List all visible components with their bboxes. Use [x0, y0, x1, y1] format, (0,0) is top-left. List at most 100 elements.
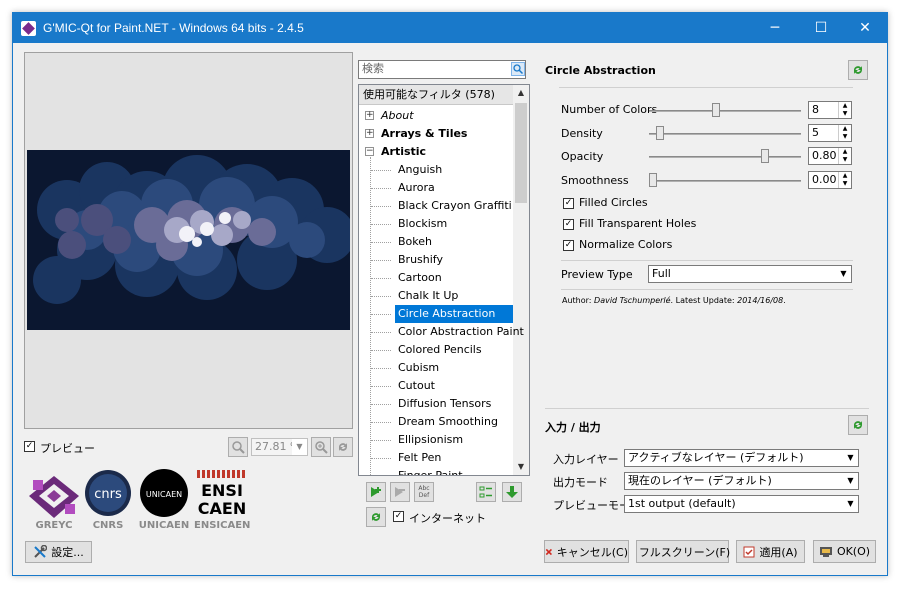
- normalize-colors-checkbox[interactable]: ✓: [563, 240, 574, 251]
- chevron-down-icon: ▼: [843, 450, 858, 466]
- search-input[interactable]: 検索: [358, 60, 526, 79]
- normalize-colors-label: Normalize Colors: [579, 238, 673, 251]
- remove-favorite-button[interactable]: [390, 482, 410, 502]
- greyc-label: GREYC: [35, 520, 73, 531]
- filter-tree[interactable]: 使用可能なフィルタ (578) ▲ ▼ + About + Arrays & Tile…: [358, 84, 530, 476]
- tree-branch-line: [371, 350, 391, 351]
- list-check-icon: [479, 486, 492, 498]
- filter-item[interactable]: Ellipsionism: [395, 431, 463, 449]
- zoom-combo[interactable]: 27.81 % ▼: [251, 438, 308, 456]
- scroll-down-icon[interactable]: ▼: [513, 459, 529, 475]
- filter-item[interactable]: Diffusion Tensors: [395, 395, 491, 413]
- filter-item[interactable]: Dream Smoothing: [395, 413, 498, 431]
- close-button[interactable]: ✕: [843, 13, 887, 43]
- internet-checkbox[interactable]: ✓: [393, 511, 404, 522]
- smoothness-slider[interactable]: [649, 180, 801, 182]
- output-mode-value: 現在のレイヤー (デフォルト): [628, 474, 772, 487]
- minimize-button[interactable]: ─: [753, 13, 797, 43]
- zoom-fit-button[interactable]: [228, 437, 248, 457]
- tree-branch-line: [371, 440, 391, 441]
- expander-icon[interactable]: +: [365, 129, 374, 138]
- expander-icon[interactable]: +: [365, 111, 374, 120]
- io-title: 入力 / 出力: [545, 421, 601, 434]
- tree-group-label: Arrays & Tiles: [381, 127, 468, 140]
- filter-tree-scrollbar[interactable]: ▲ ▼: [513, 85, 529, 475]
- number-of-colors-spinbox[interactable]: 8 ▲ ▼: [808, 101, 852, 119]
- filter-item[interactable]: Chalk It Up: [395, 287, 458, 305]
- expand-all-button[interactable]: [502, 482, 522, 502]
- filter-item[interactable]: Circle Abstraction: [395, 305, 513, 323]
- tree-group-label: About: [381, 109, 414, 122]
- maximize-button[interactable]: ☐: [799, 13, 843, 43]
- preview-area[interactable]: [24, 52, 353, 429]
- fill-transparent-holes-checkbox[interactable]: ✓: [563, 219, 574, 230]
- tree-group-arrays-tiles[interactable]: + Arrays & Tiles: [359, 125, 513, 143]
- input-layer-select[interactable]: アクティブなレイヤー (デフォルト) ▼: [624, 449, 859, 467]
- params-divider-top: [559, 87, 853, 88]
- filter-item[interactable]: Anguish: [395, 161, 442, 179]
- filter-item[interactable]: Black Crayon Graffiti: [395, 197, 512, 215]
- output-mode-label: 出力モード: [553, 476, 608, 489]
- update-filters-button[interactable]: [366, 507, 386, 527]
- scroll-up-icon[interactable]: ▲: [513, 85, 529, 101]
- opacity-thumb[interactable]: [761, 149, 769, 163]
- spin-arrows-icon[interactable]: ▲ ▼: [838, 125, 851, 141]
- preview-type-select[interactable]: Full ▼: [648, 265, 852, 283]
- output-mode-select[interactable]: 現在のレイヤー (デフォルト) ▼: [624, 472, 859, 490]
- add-favorite-button[interactable]: [366, 482, 386, 502]
- apply-button[interactable]: 適用(A): [736, 540, 805, 563]
- ok-label: OK(O): [836, 545, 871, 558]
- preview-image: [27, 150, 350, 330]
- spin-arrows-icon[interactable]: ▲ ▼: [838, 102, 851, 118]
- fullscreen-button[interactable]: フルスクリーン(F): [636, 540, 730, 563]
- opacity-slider[interactable]: [649, 156, 801, 158]
- filter-item[interactable]: Cutout: [395, 377, 435, 395]
- number-of-colors-thumb[interactable]: [712, 103, 720, 117]
- filter-item[interactable]: Brushify: [395, 251, 443, 269]
- preview-mode-value: 1st output (default): [628, 497, 736, 510]
- number-of-colors-slider[interactable]: [649, 110, 801, 112]
- density-spinbox[interactable]: 5 ▲ ▼: [808, 124, 852, 142]
- filter-item[interactable]: Aurora: [395, 179, 435, 197]
- preview-mode-select[interactable]: 1st output (default) ▼: [624, 495, 859, 513]
- filter-item[interactable]: Finger Paint: [395, 467, 463, 475]
- refresh-icon: [339, 443, 347, 451]
- toggle-visibility-button[interactable]: [476, 482, 496, 502]
- preview-checkbox[interactable]: ✓: [24, 441, 35, 452]
- opacity-spinbox[interactable]: 0.80 ▲ ▼: [808, 147, 852, 165]
- smoothness-spinbox[interactable]: 0.00 ▲ ▼: [808, 171, 852, 189]
- spin-arrows-icon[interactable]: ▲ ▼: [838, 172, 851, 188]
- density-slider[interactable]: [649, 133, 801, 135]
- spin-arrows-icon[interactable]: ▲ ▼: [838, 148, 851, 164]
- density-thumb[interactable]: [656, 126, 664, 140]
- cancel-button[interactable]: キャンセル(C): [544, 540, 629, 563]
- smoothness-thumb[interactable]: [649, 173, 657, 187]
- cnrs-logo: cnrs: [85, 470, 131, 516]
- tree-branch-line: [371, 404, 391, 405]
- filter-item[interactable]: Colored Pencils: [395, 341, 482, 359]
- filter-item[interactable]: Felt Pen: [395, 449, 441, 467]
- refresh-preview-button[interactable]: [333, 437, 353, 457]
- expander-icon[interactable]: −: [365, 147, 374, 156]
- filter-item[interactable]: Cubism: [395, 359, 439, 377]
- filter-item[interactable]: Blockism: [395, 215, 447, 233]
- rename-favorite-button[interactable]: Abc Def: [414, 482, 434, 502]
- zoom-in-button[interactable]: [311, 437, 331, 457]
- tree-group-artistic[interactable]: − Artistic: [359, 143, 513, 161]
- filter-item[interactable]: Color Abstraction Paint: [395, 323, 524, 341]
- settings-button[interactable]: 設定...: [25, 541, 92, 563]
- filter-title: Circle Abstraction: [545, 64, 656, 77]
- search-icon[interactable]: [511, 62, 525, 76]
- filled-circles-checkbox[interactable]: ✓: [563, 198, 574, 209]
- tree-group-about[interactable]: + About: [359, 107, 513, 125]
- unicaen-logo: UNICAEN: [140, 469, 188, 517]
- chevron-down-icon: ▼: [292, 439, 307, 455]
- title-bar[interactable]: G'MIC-Qt for Paint.NET - Windows 64 bits…: [13, 13, 887, 43]
- scroll-thumb[interactable]: [515, 103, 527, 203]
- filter-item[interactable]: Bokeh: [395, 233, 432, 251]
- ok-button[interactable]: OK(O): [813, 540, 876, 563]
- reset-io-button[interactable]: [848, 415, 868, 435]
- filter-item[interactable]: Cartoon: [395, 269, 442, 287]
- reset-params-button[interactable]: [848, 60, 868, 80]
- filter-tree-header[interactable]: 使用可能なフィルタ (578): [359, 85, 513, 105]
